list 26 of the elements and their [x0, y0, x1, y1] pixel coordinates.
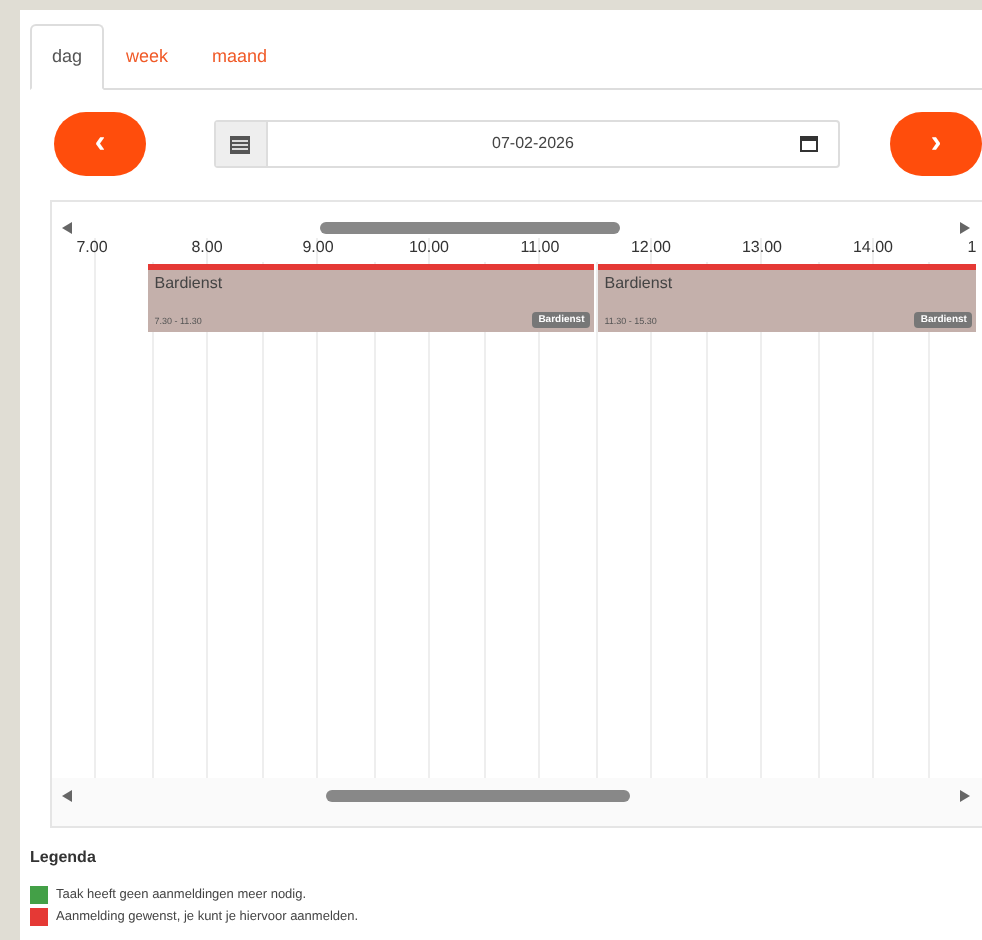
legend-title: Legenda	[30, 848, 98, 866]
hour-label: 1	[965, 238, 979, 256]
tab[interactable]: dag	[30, 24, 105, 90]
scroll-left-icon[interactable]	[62, 790, 72, 802]
scroll-left-icon[interactable]	[62, 222, 72, 234]
hour-label: 14.00	[850, 238, 896, 256]
event-title: Bardienst	[154, 274, 225, 292]
tab[interactable]: week	[104, 24, 191, 90]
hour-label: 11.00	[518, 238, 562, 256]
hour-label: 8.00	[189, 238, 225, 256]
hour-label: 12.00	[628, 238, 674, 256]
calendar-icon[interactable]	[799, 134, 817, 152]
hour-label: 7.00	[74, 238, 110, 256]
tab[interactable]: maand	[190, 24, 290, 90]
scrollbar-thumb[interactable]	[320, 222, 620, 234]
event-title: Bardienst	[604, 274, 675, 292]
calendar-icon	[230, 133, 250, 153]
date-field[interactable]: 07-02-2026	[213, 119, 839, 167]
scrollbar-thumb[interactable]	[326, 790, 630, 802]
scroll-right-icon[interactable]	[960, 222, 970, 234]
next-button[interactable]: ›	[890, 111, 982, 175]
scroll-right-icon[interactable]	[960, 790, 970, 802]
previous-button[interactable]: ‹	[54, 111, 146, 175]
hour-label: 10.00	[406, 238, 452, 256]
hour-label: 13.00	[739, 238, 785, 256]
hour-label: 9.00	[300, 238, 336, 256]
